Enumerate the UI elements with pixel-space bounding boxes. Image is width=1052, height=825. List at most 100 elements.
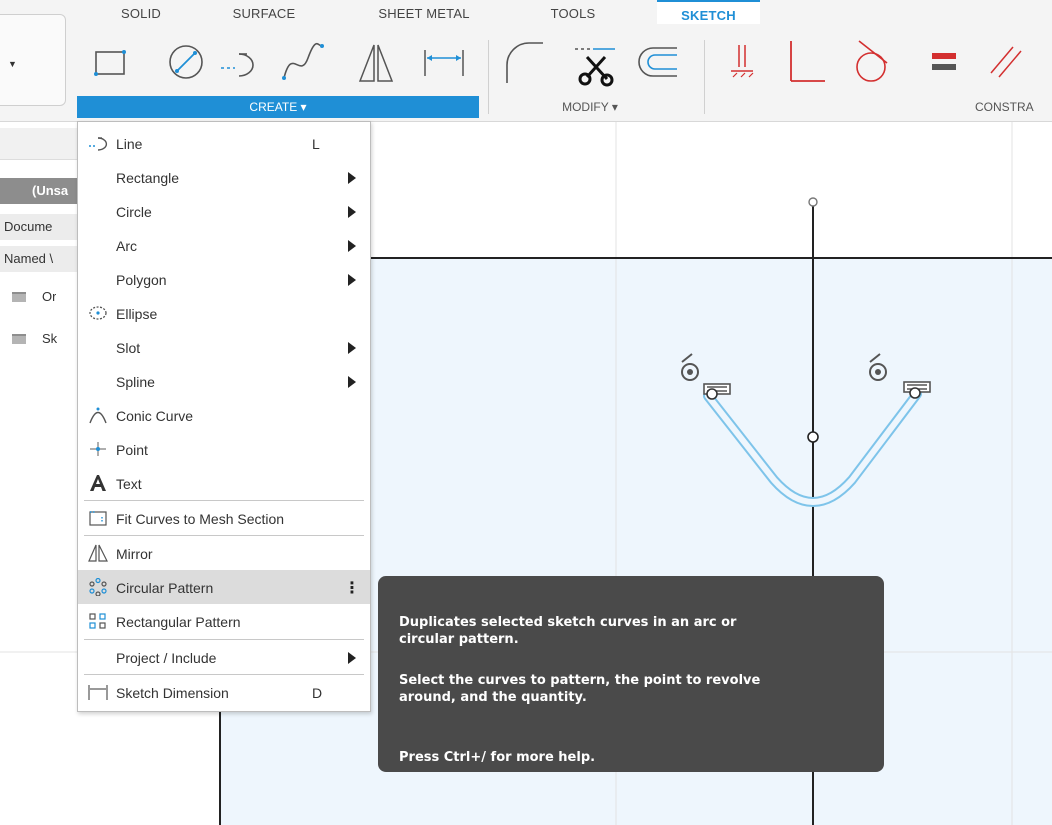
fillet-tool-button[interactable] (496, 34, 548, 90)
submenu-arrow-icon (348, 652, 356, 664)
menu-item-rectangle[interactable]: Rectangle (78, 160, 370, 194)
mirror-tool-button[interactable] (350, 34, 402, 90)
tangent-icon (856, 40, 888, 82)
tooltip-line: Duplicates selected sketch curves in an … (399, 615, 737, 630)
menu-item-circular-pattern[interactable]: Circular Pattern ⋮ (78, 570, 370, 604)
toolbar-separator (704, 40, 705, 114)
conic-curve-icon (89, 407, 107, 424)
menu-item-label: Mirror (116, 546, 153, 562)
browser-item-document-settings[interactable]: Docume (0, 214, 78, 240)
menu-item-arc[interactable]: Arc (78, 228, 370, 262)
trim-tool-button[interactable] (570, 34, 622, 90)
submenu-arrow-icon (348, 240, 356, 252)
folder-icon (12, 292, 26, 302)
more-options-icon[interactable]: ⋮ (344, 578, 360, 598)
menu-item-spline[interactable]: Spline (78, 364, 370, 398)
tangent-constraint-button[interactable] (846, 34, 898, 90)
submenu-arrow-icon (348, 376, 356, 388)
point-icon (90, 442, 106, 456)
axis-end-point (808, 197, 818, 207)
line-icon (221, 53, 254, 77)
scissors-icon (575, 48, 615, 87)
fix-constraint-button[interactable] (716, 34, 768, 90)
menu-item-label: Rectangle (116, 170, 180, 186)
menu-item-label: Text (116, 476, 142, 492)
folder-icon (12, 334, 26, 344)
equal-constraint-button[interactable] (918, 34, 970, 90)
menu-item-label: Sketch Dimension (116, 685, 229, 701)
tab-surface[interactable]: SURFACE (222, 4, 306, 28)
menu-item-mirror[interactable]: Mirror (78, 536, 370, 570)
parallel-constraint-button[interactable] (980, 34, 1032, 90)
tab-solid[interactable]: SOLID (112, 4, 170, 28)
menu-item-label: Fit Curves to Mesh Section (116, 511, 285, 527)
modify-group-label[interactable]: MODIFY ▾ (490, 96, 690, 118)
menu-item-label: Circle (116, 204, 152, 220)
menu-item-conic-curve[interactable]: Conic Curve (78, 398, 370, 432)
menu-item-label: Line (116, 136, 143, 152)
text-icon (90, 475, 106, 491)
menu-item-label: Rectangular Pattern (116, 614, 241, 630)
perpendicular-icon (790, 41, 825, 82)
tab-tools[interactable]: TOOLS (540, 4, 606, 28)
tooltip-line: Select the curves to pattern, the point … (399, 673, 761, 688)
tab-sketch[interactable]: SKETCH (657, 0, 760, 24)
browser-header (0, 128, 78, 160)
menu-item-slot[interactable]: Slot (78, 330, 370, 364)
menu-item-project-include[interactable]: Project / Include (78, 640, 370, 674)
sketch-dimension-icon (88, 685, 108, 700)
fillet-icon (506, 42, 543, 83)
menu-item-sketch-dimension[interactable]: Sketch Dimension D (78, 675, 370, 709)
circle-tool-button[interactable] (160, 34, 212, 90)
offset-tool-button[interactable] (630, 34, 682, 90)
fix-icon (731, 45, 754, 78)
submenu-arrow-icon (348, 206, 356, 218)
submenu-arrow-icon (348, 342, 356, 354)
spline-icon (282, 42, 324, 80)
tooltip-help-hint: Press Ctrl+/ for more help. (399, 750, 596, 765)
fit-curves-icon (89, 511, 107, 526)
dimension-tool-button[interactable] (418, 34, 470, 90)
line-tool-button[interactable] (214, 34, 266, 90)
command-tooltip: Duplicates selected sketch curves in an … (378, 576, 884, 772)
menu-item-point[interactable]: Point (78, 432, 370, 466)
rectangle-icon (94, 50, 126, 76)
offset-icon (638, 47, 677, 77)
menu-item-polygon[interactable]: Polygon (78, 262, 370, 296)
submenu-arrow-icon (348, 172, 356, 184)
menu-item-label: Spline (116, 374, 155, 390)
mirror-icon (88, 544, 108, 562)
circular-pattern-icon (89, 578, 107, 596)
toolbar-separator (488, 40, 489, 114)
menu-item-circle[interactable]: Circle (78, 194, 370, 228)
menu-item-label: Arc (116, 238, 137, 254)
menu-item-shortcut: L (312, 136, 320, 152)
menu-item-rectangular-pattern[interactable]: Rectangular Pattern (78, 604, 370, 638)
tooltip-line: circular pattern. (399, 632, 519, 647)
rectangle-tool-button[interactable] (84, 34, 136, 90)
constraints-group-label[interactable]: CONSTRA (975, 96, 1052, 118)
sketch-dimension-icon (424, 50, 464, 76)
rectangular-pattern-icon (89, 613, 106, 629)
menu-item-text[interactable]: Text (78, 466, 370, 500)
menu-item-label: Point (116, 442, 148, 458)
browser-document-title[interactable]: (Unsa (0, 178, 78, 204)
ellipse-icon (89, 306, 107, 320)
menu-item-label: Slot (116, 340, 141, 356)
menu-item-label: Circular Pattern (116, 580, 214, 596)
create-dropdown-menu: Line L Rectangle Circle Arc Polygon Elli… (77, 121, 371, 712)
menu-item-line[interactable]: Line L (78, 126, 370, 160)
menu-item-fit-curves[interactable]: Fit Curves to Mesh Section (78, 501, 370, 535)
browser-item-sketches[interactable]: Sk (0, 326, 57, 352)
menu-item-label: Ellipse (116, 306, 158, 322)
create-group-label[interactable]: CREATE ▾ (77, 96, 479, 118)
browser-item-named-views[interactable]: Named \ (0, 246, 78, 272)
menu-item-ellipse[interactable]: Ellipse (78, 296, 370, 330)
workspace-switcher[interactable]: ▼ (0, 14, 66, 106)
toolbar: ▼ SOLID SURFACE SHEET METAL TOOLS SKETCH (0, 0, 1052, 122)
tab-sheet-metal[interactable]: SHEET METAL (366, 4, 482, 28)
browser-item-origin[interactable]: Or (0, 284, 56, 310)
spline-tool-button[interactable] (276, 34, 328, 90)
perpendicular-constraint-button[interactable] (778, 34, 830, 90)
circle-icon (169, 45, 203, 79)
